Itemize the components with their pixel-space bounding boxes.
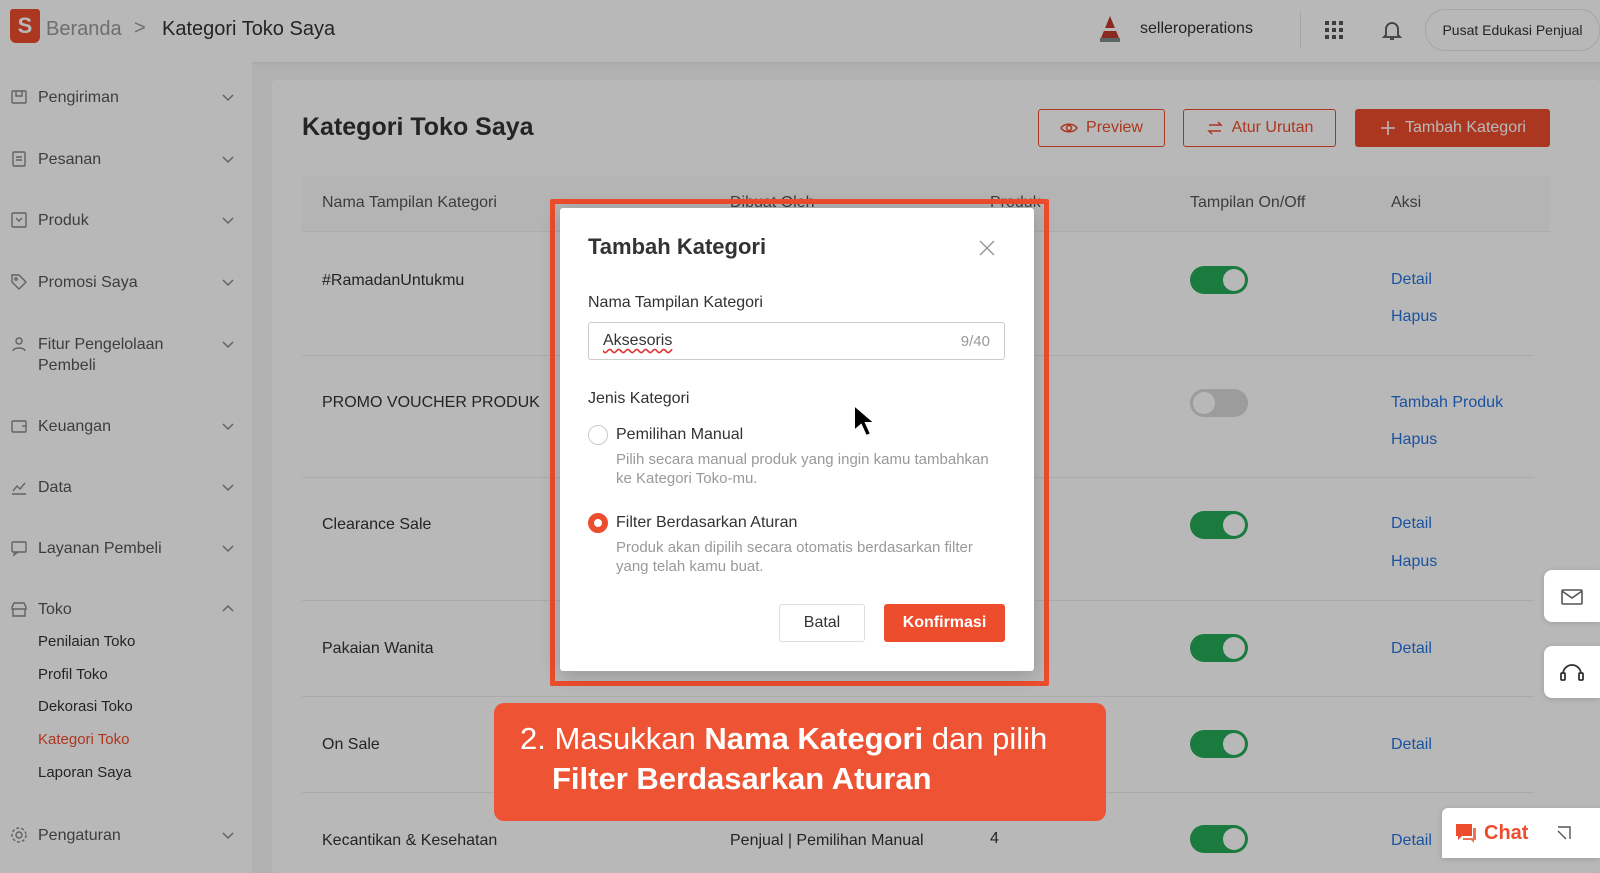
envelope-icon	[1561, 589, 1583, 605]
add-category-modal: Tambah Kategori Nama Tampilan Kategori A…	[560, 208, 1034, 671]
close-icon[interactable]	[978, 239, 996, 257]
radio-rule-filter[interactable]	[588, 513, 608, 533]
chat-widget[interactable]: Chat	[1442, 808, 1600, 858]
character-counter: 9/40	[960, 332, 990, 350]
message-float-button[interactable]	[1544, 570, 1600, 622]
tutorial-caption: 2. Masukkan Nama Kategori dan pilih Filt…	[494, 703, 1106, 821]
category-name-label: Nama Tampilan Kategori	[588, 294, 763, 311]
radio-manual-selection[interactable]	[588, 425, 608, 445]
modal-title: Tambah Kategori	[588, 234, 767, 259]
radio-manual-description: Pilih secara manual produk yang ingin ka…	[616, 451, 989, 487]
radio-rule-filter-label[interactable]: Filter Berdasarkan Aturan	[616, 514, 797, 532]
radio-rule-filter-description: Produk akan dipilih secara otomatis berd…	[616, 539, 973, 575]
category-name-value: Aksesoris	[603, 332, 673, 349]
confirm-button[interactable]: Konfirmasi	[884, 604, 1005, 642]
category-type-label: Jenis Kategori	[588, 390, 690, 407]
chat-label: Chat	[1484, 821, 1529, 844]
cancel-button[interactable]: Batal	[779, 604, 865, 642]
category-name-input[interactable]: Aksesoris 9/40	[588, 322, 1005, 360]
chat-icon	[1456, 824, 1476, 843]
support-float-button[interactable]	[1544, 646, 1600, 698]
mouse-cursor-icon	[853, 403, 878, 438]
radio-manual-label[interactable]: Pemilihan Manual	[616, 426, 743, 444]
headset-icon	[1560, 664, 1584, 681]
expand-icon[interactable]	[1556, 825, 1572, 841]
